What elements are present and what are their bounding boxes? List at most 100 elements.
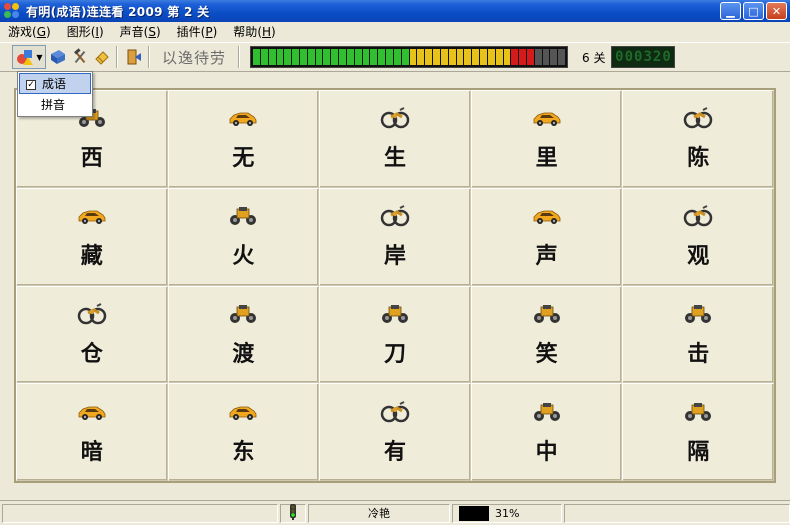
tile-character: 有	[383, 438, 406, 465]
truck-icon	[683, 399, 713, 426]
truck-icon	[228, 301, 258, 328]
meter-segment	[495, 49, 503, 65]
meter-segment	[292, 49, 299, 65]
tile-character: 声	[535, 243, 558, 270]
motorbike-icon	[683, 105, 713, 132]
book-icon	[48, 47, 68, 67]
tile-character: 中	[535, 438, 558, 465]
game-tile[interactable]: 笑	[470, 285, 623, 384]
tile-character: 陈	[687, 145, 710, 172]
score-display: 000320	[611, 46, 676, 68]
game-tile[interactable]: 火	[167, 187, 320, 286]
meter-segment	[440, 49, 448, 65]
game-tile[interactable]: 声	[470, 187, 623, 286]
game-tile[interactable]: 东	[167, 383, 320, 481]
meter-segment	[519, 49, 526, 65]
tile-character: 火	[232, 243, 255, 270]
game-tile[interactable]: 隔	[622, 383, 774, 481]
maximize-button[interactable]: □	[743, 2, 764, 20]
dropdown-item-idiom[interactable]: ✓ 成语	[19, 73, 91, 94]
status-bar: 冷艳 31%	[0, 500, 790, 525]
eraser-button[interactable]	[92, 45, 112, 69]
game-tile[interactable]: 中	[470, 383, 623, 481]
tile-character: 刀	[383, 340, 406, 367]
game-tile[interactable]: 有	[319, 383, 471, 481]
eraser-icon	[92, 47, 112, 67]
meter-segment	[284, 49, 292, 65]
menu-plugins[interactable]: 插件(P)	[169, 22, 226, 42]
tile-character: 击	[687, 340, 710, 367]
game-tile[interactable]: 无	[167, 90, 320, 188]
meter-segment	[276, 49, 284, 65]
tile-character: 生	[383, 145, 406, 172]
meter-segment	[315, 49, 323, 65]
meter-segment	[401, 49, 409, 65]
meter-segment	[527, 49, 534, 65]
meter-segment	[299, 49, 307, 65]
meter-segment	[354, 49, 362, 65]
close-button[interactable]: ✕	[766, 2, 787, 20]
meter-segment	[542, 49, 550, 65]
toolbar-separator	[148, 46, 150, 68]
meter-segment	[409, 49, 417, 65]
exit-button[interactable]	[124, 45, 144, 69]
status-panel-empty	[2, 503, 278, 523]
minimize-button[interactable]: ▁	[720, 2, 741, 20]
status-panel-right	[564, 503, 790, 523]
game-tile[interactable]: 暗	[16, 383, 168, 481]
toolbar: ▼ 以逸待劳 6 关 000320	[0, 42, 790, 72]
mode-dropdown-menu: ✓ 成语 拼音	[17, 71, 93, 117]
truck-icon	[683, 301, 713, 328]
menu-sound[interactable]: 声音(S)	[112, 22, 169, 42]
status-progress-panel: 31%	[452, 503, 562, 523]
menu-game[interactable]: 游戏(G)	[0, 22, 59, 42]
truck-icon	[532, 399, 562, 426]
meter-segment	[393, 49, 401, 65]
meter-segment	[511, 49, 519, 65]
tools-icon	[70, 47, 90, 67]
meter-segment	[362, 49, 370, 65]
menu-help[interactable]: 帮助(H)	[225, 22, 283, 42]
meter-segment	[456, 49, 464, 65]
meter-segment	[534, 49, 542, 65]
title-bar[interactable]: 有明(成语)连连看 2009 第 2 关 ▁ □ ✕	[0, 0, 790, 22]
game-tile[interactable]: 仓	[16, 285, 168, 384]
game-tile[interactable]: 陈	[622, 90, 774, 188]
menu-graphics[interactable]: 图形(I)	[59, 22, 112, 42]
tools-button[interactable]	[70, 45, 90, 69]
exit-door-icon	[124, 47, 144, 67]
truck-icon	[532, 301, 562, 328]
car-icon	[77, 203, 107, 230]
game-tile[interactable]: 渡	[167, 285, 320, 384]
meter-segment	[448, 49, 456, 65]
game-tile[interactable]: 观	[622, 187, 774, 286]
dropdown-item-pinyin[interactable]: 拼音	[19, 94, 91, 115]
toolbar-separator	[238, 46, 241, 68]
meter-segment	[339, 49, 346, 65]
meter-segment	[480, 49, 487, 65]
menu-bar: 游戏(G) 图形(I) 声音(S) 插件(P) 帮助(H)	[0, 22, 790, 42]
game-tile[interactable]: 刀	[319, 285, 471, 384]
tile-character: 无	[232, 145, 255, 172]
progress-indicator	[459, 505, 489, 521]
mode-dropdown-button[interactable]: ▼	[12, 45, 46, 69]
book-button[interactable]	[48, 45, 68, 69]
toolbar-separator	[116, 46, 118, 68]
motorbike-icon	[380, 399, 410, 426]
shapes-icon	[15, 47, 35, 67]
meter-segment	[331, 49, 339, 65]
game-tile[interactable]: 生	[319, 90, 471, 188]
car-icon	[228, 399, 258, 426]
meter-segment	[472, 49, 480, 65]
meter-segment	[268, 49, 276, 65]
meter-segment	[487, 49, 495, 65]
tile-character: 笑	[535, 340, 558, 367]
meter-segment	[260, 49, 268, 65]
game-tile[interactable]: 击	[622, 285, 774, 384]
game-tile[interactable]: 里	[470, 90, 623, 188]
game-tile[interactable]: 藏	[16, 187, 168, 286]
status-panel-light	[280, 503, 306, 523]
tile-character: 岸	[383, 243, 406, 270]
game-tile[interactable]: 岸	[319, 187, 471, 286]
meter-segment	[378, 49, 386, 65]
